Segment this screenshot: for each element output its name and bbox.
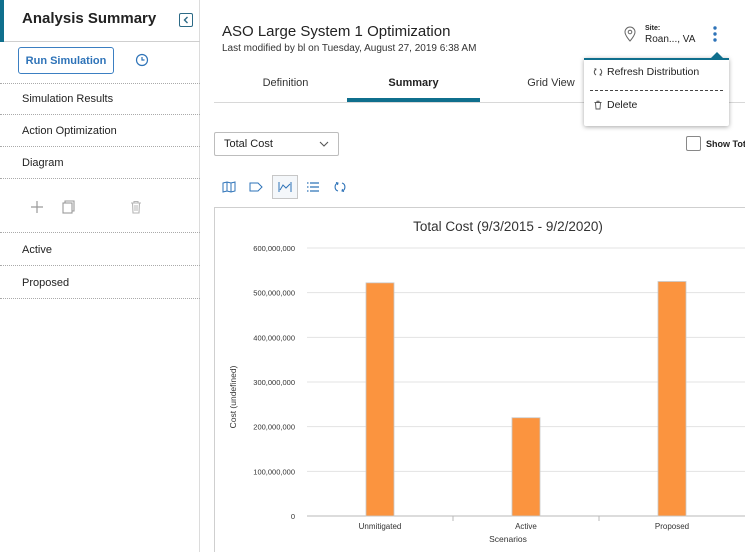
- metric-select-value: Total Cost: [224, 138, 273, 150]
- chart-refresh-button[interactable]: [327, 175, 353, 199]
- menu-item-delete[interactable]: Delete: [584, 91, 729, 119]
- sidebar-item-diagram[interactable]: Diagram: [0, 147, 200, 179]
- copy-icon[interactable]: [60, 199, 76, 215]
- bar-unmitigated: [365, 282, 395, 517]
- site-value[interactable]: Roan..., VA: [645, 34, 695, 45]
- list-icon: [307, 182, 319, 192]
- x-axis-label: Scenarios: [489, 534, 527, 544]
- page-title: ASO Large System 1 Optimization: [222, 23, 451, 40]
- y-tick-label: 600,000,000: [253, 244, 295, 253]
- bar-chart-icon: [278, 182, 292, 192]
- y-tick-label: 500,000,000: [253, 289, 295, 298]
- sidebar-accent-bar: [0, 0, 4, 42]
- sidebar-item-action-optimization[interactable]: Action Optimization: [0, 115, 200, 147]
- sidebar-title: Analysis Summary: [22, 10, 157, 27]
- site-label: Site:: [645, 25, 661, 32]
- history-icon[interactable]: [135, 53, 149, 67]
- app-root: Analysis Summary Run Simulation Simulati…: [0, 0, 745, 552]
- scenario-item-proposed[interactable]: Proposed: [0, 267, 200, 299]
- chart-title: Total Cost (9/3/2015 - 9/2/2020): [413, 219, 603, 234]
- menu-item-label: Delete: [607, 99, 638, 111]
- sidebar-header: Analysis Summary: [0, 0, 200, 42]
- map-icon: [222, 181, 236, 193]
- y-tick-label: 400,000,000: [253, 333, 295, 342]
- menu-pointer: [710, 52, 724, 59]
- x-tick-label: Unmitigated: [359, 522, 402, 531]
- options-menu: Refresh Distribution Delete: [584, 58, 729, 126]
- show-total-label: Show Total: [706, 139, 745, 149]
- chevron-down-icon: [319, 141, 329, 147]
- chart-type-tag-button[interactable]: [243, 175, 269, 199]
- tab-definition[interactable]: Definition: [214, 64, 357, 102]
- bar-chart: Total Cost (9/3/2015 - 9/2/2020) 0 100,000…: [228, 219, 745, 544]
- last-modified-text: Last modified by bl on Tuesday, August 2…: [222, 43, 477, 54]
- run-simulation-button[interactable]: Run Simulation: [18, 47, 114, 74]
- y-axis-label: Cost (undefined): [228, 365, 238, 428]
- scenario-item-active[interactable]: Active: [0, 234, 200, 266]
- location-pin-icon: [624, 26, 636, 42]
- trash-icon[interactable]: [128, 199, 144, 215]
- bar-proposed: [657, 281, 687, 517]
- bar-active: [511, 417, 541, 517]
- y-tick-label: 0: [291, 512, 295, 521]
- add-icon[interactable]: [29, 199, 45, 215]
- trash-icon: [594, 100, 602, 110]
- refresh-icon: [334, 182, 346, 192]
- menu-item-refresh-distribution[interactable]: Refresh Distribution: [584, 58, 729, 86]
- x-tick-label: Active: [515, 522, 537, 531]
- scenario-toolbar: [0, 181, 200, 233]
- menu-item-label: Refresh Distribution: [607, 66, 700, 78]
- metric-select[interactable]: Total Cost: [214, 132, 339, 156]
- show-total-checkbox[interactable]: [686, 136, 701, 151]
- chart-type-map-button[interactable]: [216, 175, 242, 199]
- refresh-icon: [593, 68, 603, 76]
- sidebar-item-simulation-results[interactable]: Simulation Results: [0, 83, 200, 115]
- collapse-sidebar-button[interactable]: [179, 13, 193, 27]
- chart-type-bar-button[interactable]: [272, 175, 298, 199]
- tab-summary[interactable]: Summary: [347, 64, 480, 102]
- more-options-icon[interactable]: [709, 24, 721, 44]
- active-tab-indicator: [347, 98, 480, 102]
- y-tick-label: 100,000,000: [253, 467, 295, 476]
- y-tick-label: 300,000,000: [253, 378, 295, 387]
- y-tick-label: 200,000,000: [253, 423, 295, 432]
- tag-icon: [249, 182, 263, 192]
- chart-type-list-button[interactable]: [300, 175, 326, 199]
- chevron-left-icon: [183, 16, 188, 24]
- sidebar: Analysis Summary Run Simulation Simulati…: [0, 0, 200, 552]
- menu-accent-bar: [584, 58, 729, 60]
- x-tick-label: Proposed: [655, 522, 689, 531]
